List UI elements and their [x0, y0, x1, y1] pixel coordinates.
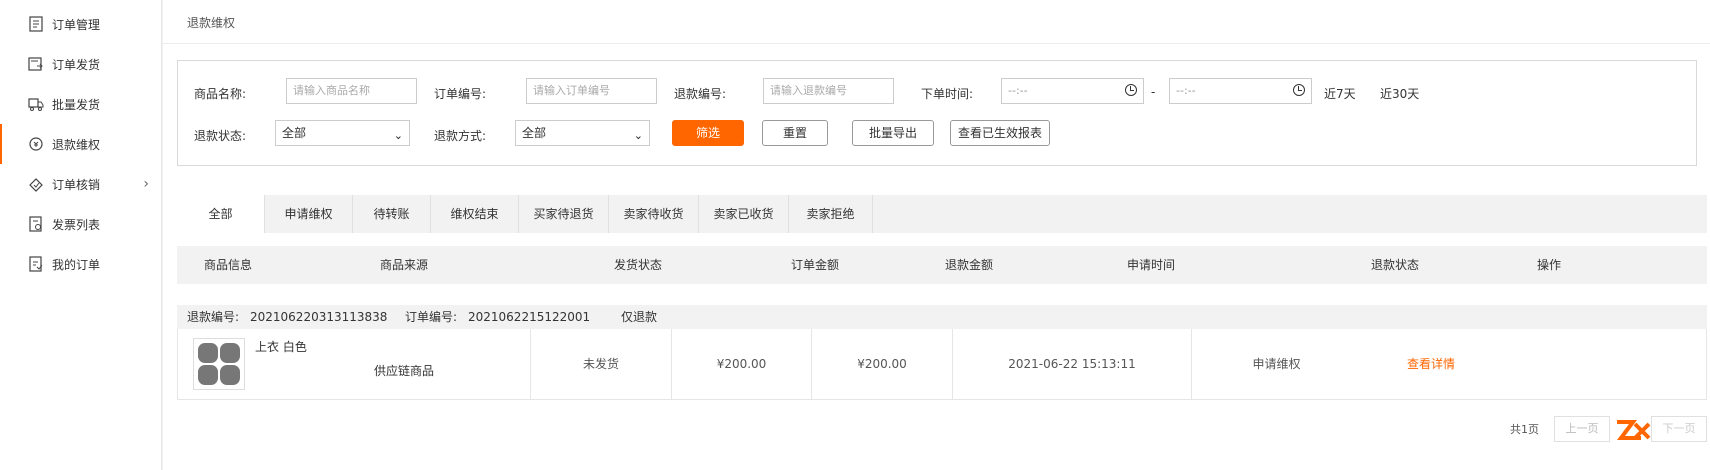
- main-content: 退款维权 商品名称: 请输入商品名称 订单编号: 请输入订单编号 退款编号: 请…: [163, 0, 1710, 470]
- tab-apply[interactable]: 申请维权: [265, 195, 353, 233]
- refund-no-label: 退款编号:: [674, 87, 727, 101]
- refund-method-label: 退款方式:: [434, 129, 487, 143]
- column-header: 退款金额: [945, 258, 994, 272]
- sidebar-item-label: 订单核销: [52, 177, 101, 192]
- refund-no-input[interactable]: 请输入退款编号: [763, 78, 894, 104]
- sidebar-item-ship-order[interactable]: 订单发货: [0, 44, 161, 84]
- filter-panel: 商品名称: 请输入商品名称 订单编号: 请输入订单编号 退款编号: 请输入退款编…: [177, 60, 1697, 166]
- refund-status-label: 退款状态:: [194, 129, 247, 143]
- column-header: 退款状态: [1371, 258, 1420, 272]
- chevron-down-icon: ⌄: [393, 129, 403, 142]
- order-no-label: 订单编号:: [434, 87, 487, 101]
- sidebar-item-verify[interactable]: 订单核销 ›: [0, 164, 161, 204]
- order-no-value: 2021062215122001: [468, 310, 591, 324]
- product-name-label: 商品名称:: [194, 87, 247, 101]
- start-time-value: --:--: [1008, 84, 1028, 97]
- apply-time: 2021-06-22 15:13:11: [952, 329, 1191, 399]
- view-report-button[interactable]: 查看已生效报表: [950, 120, 1050, 146]
- prev-page-button[interactable]: 上一页: [1554, 416, 1610, 442]
- status-tabs: 全部 申请维权 待转账 维权结束 买家待退货 卖家待收货 卖家已收货 卖家拒绝: [177, 195, 1707, 233]
- sidebar-item-order-management[interactable]: 订单管理: [0, 4, 161, 44]
- ship-status: 未发货: [530, 329, 671, 399]
- order-header: 退款编号: 202106220313113838 订单编号: 202106221…: [177, 305, 1707, 329]
- product-source: 供应链商品: [374, 364, 435, 378]
- column-header: 申请时间: [1127, 258, 1176, 272]
- refund-method-select[interactable]: 全部 ⌄: [515, 120, 650, 146]
- start-time-input[interactable]: --:--: [1001, 78, 1144, 104]
- tab-ended[interactable]: 维权结束: [431, 195, 519, 233]
- chevron-right-icon: ›: [143, 176, 149, 192]
- watermark-logo: [1617, 420, 1651, 440]
- product-name-input[interactable]: 请输入商品名称: [286, 78, 417, 104]
- invoice-icon: [28, 216, 44, 232]
- sidebar: 订单管理 订单发货 批量发货 退款维权 订单核销 › 发票列表 我的订单: [0, 0, 162, 470]
- truck-icon: [28, 96, 44, 112]
- sidebar-item-label: 发票列表: [52, 217, 101, 232]
- my-order-icon: [28, 256, 44, 272]
- reset-button[interactable]: 重置: [762, 120, 828, 146]
- column-header: 操作: [1537, 258, 1562, 272]
- column-header: 订单金额: [791, 258, 840, 272]
- sidebar-item-label: 退款维权: [52, 137, 101, 152]
- order-amount: ¥200.00: [671, 329, 811, 399]
- table-row: 上衣 白色 供应链商品 未发货 ¥200.00 ¥200.00 2021-06-…: [177, 329, 1707, 400]
- order-time-label: 下单时间:: [921, 87, 974, 101]
- tab-all[interactable]: 全部: [177, 195, 265, 233]
- tab-buyer-return[interactable]: 买家待退货: [519, 195, 609, 233]
- tab-pending-transfer[interactable]: 待转账: [353, 195, 431, 233]
- filter-button[interactable]: 筛选: [672, 120, 744, 146]
- page-total: 共1页: [1510, 423, 1539, 436]
- last-7-days-link[interactable]: 近7天: [1324, 85, 1356, 102]
- refund-no-value: 202106220313113838: [250, 310, 388, 324]
- document-icon: [28, 16, 44, 32]
- tab-seller-pending[interactable]: 卖家待收货: [609, 195, 699, 233]
- clock-icon: [1293, 84, 1305, 96]
- batch-export-button[interactable]: 批量导出: [852, 120, 934, 146]
- view-detail-link[interactable]: 查看详情: [1361, 329, 1501, 399]
- refund-method-value: 全部: [522, 126, 547, 140]
- order-no-label: 订单编号:: [405, 310, 458, 324]
- sidebar-item-refund[interactable]: 退款维权: [0, 124, 161, 164]
- last-30-days-link[interactable]: 近30天: [1380, 85, 1419, 102]
- sidebar-item-label: 订单发货: [52, 57, 101, 72]
- sidebar-item-label: 批量发货: [52, 97, 101, 112]
- chevron-down-icon: ⌄: [633, 129, 643, 142]
- table-header: 商品信息 商品来源 发货状态 订单金额 退款金额 申请时间 退款状态 操作: [177, 246, 1707, 284]
- tab-seller-rejected[interactable]: 卖家拒绝: [789, 195, 873, 233]
- product-name: 上衣 白色: [255, 340, 307, 354]
- refund-icon: [28, 136, 44, 152]
- refund-status-select[interactable]: 全部 ⌄: [275, 120, 410, 146]
- time-separator: -: [1151, 85, 1156, 99]
- breadcrumb: 退款维权: [163, 0, 1710, 44]
- clock-icon: [1125, 84, 1137, 96]
- refund-status: 申请维权: [1191, 329, 1361, 399]
- product-thumbnail: [193, 338, 245, 390]
- refund-amount: ¥200.00: [811, 329, 952, 399]
- column-header: 商品来源: [380, 258, 429, 272]
- verify-icon: [28, 176, 44, 192]
- column-header: 发货状态: [614, 258, 663, 272]
- sidebar-item-batch-ship[interactable]: 批量发货: [0, 84, 161, 124]
- refund-type: 仅退款: [621, 310, 658, 324]
- refund-status-value: 全部: [282, 126, 307, 140]
- sidebar-item-label: 订单管理: [52, 17, 101, 32]
- end-time-input[interactable]: --:--: [1169, 78, 1312, 104]
- sidebar-item-label: 我的订单: [52, 257, 101, 272]
- sidebar-item-invoice[interactable]: 发票列表: [0, 204, 161, 244]
- column-header: 商品信息: [204, 258, 253, 272]
- refund-no-label: 退款编号:: [187, 310, 240, 324]
- order-no-input[interactable]: 请输入订单编号: [526, 78, 657, 104]
- next-page-button[interactable]: 下一页: [1651, 416, 1707, 442]
- sidebar-item-my-order[interactable]: 我的订单: [0, 244, 161, 284]
- tab-seller-received[interactable]: 卖家已收货: [699, 195, 789, 233]
- ship-order-icon: [28, 56, 44, 72]
- end-time-value: --:--: [1176, 84, 1196, 97]
